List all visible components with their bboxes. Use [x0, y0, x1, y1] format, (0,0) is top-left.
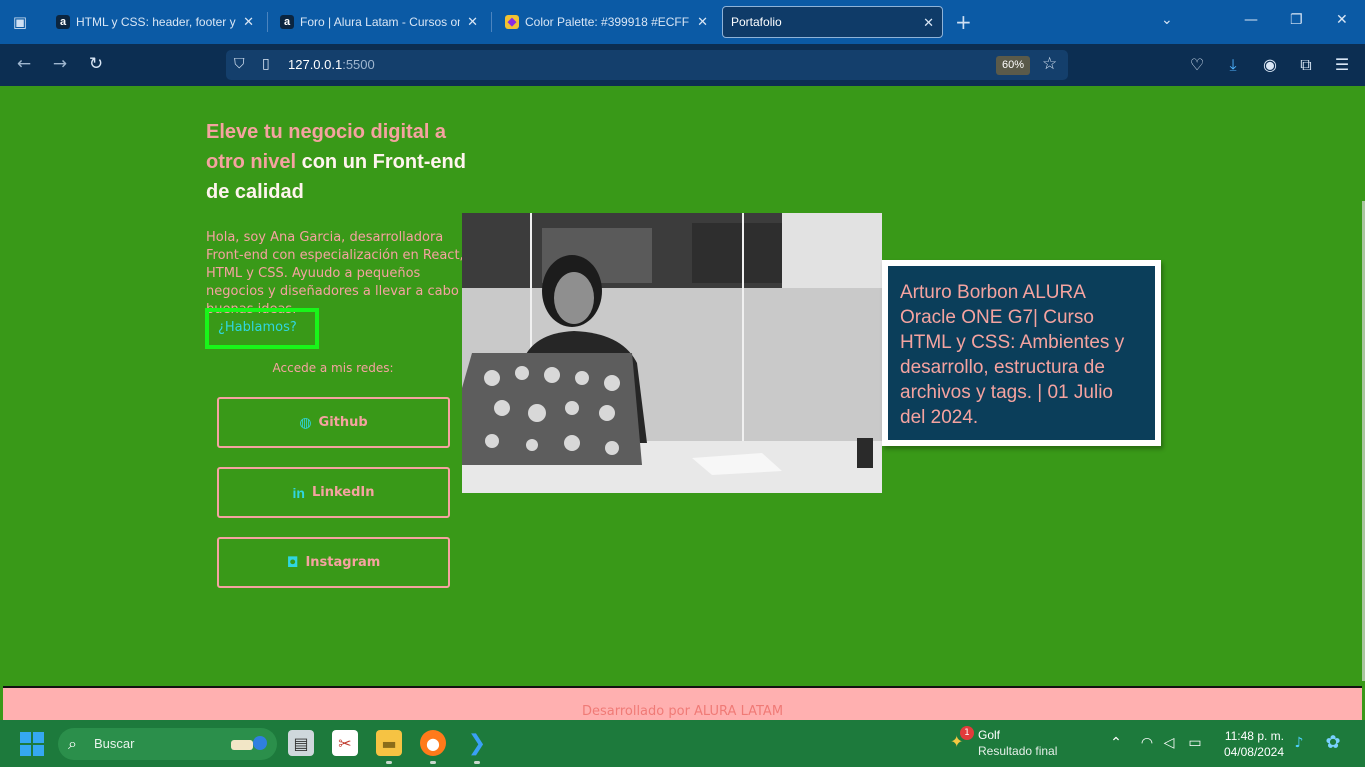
browser-tab-strip: ▣ a HTML y CSS: header, footer y variabl…: [0, 0, 1365, 44]
intro-paragraph: Hola, soy Ana Garcia, desarrolladora Fro…: [206, 230, 464, 317]
shield-icon[interactable]: ⛉: [234, 56, 245, 72]
clock-time: 11:48 p. m.: [1224, 729, 1284, 743]
instagram-icon: ◘: [286, 554, 299, 571]
profile-photo: [462, 213, 882, 493]
wifi-icon[interactable]: ◠: [1138, 735, 1156, 751]
page-headline: Eleve tu negocio digital a otro nivel co…: [206, 117, 466, 207]
url-bar[interactable]: ⛉ ▯ 127.0.0.1:5500 60% ☆: [226, 50, 1068, 80]
search-placeholder: Buscar: [94, 736, 135, 751]
footer-text: Desarrollado por ALURA LATAM: [581, 704, 784, 719]
vscode-icon[interactable]: ❯: [464, 730, 490, 756]
tab-portafolio[interactable]: Portafolio ✕: [722, 6, 943, 38]
pocket-icon[interactable]: ♡: [1187, 55, 1207, 74]
copilot-icon[interactable]: ✿: [1324, 732, 1342, 753]
alura-favicon-icon: a: [280, 15, 294, 29]
windows-start-icon[interactable]: [20, 732, 44, 756]
tab-close-icon[interactable]: ✕: [467, 14, 478, 30]
alura-favicon-icon: a: [56, 15, 70, 29]
firefox-view-icon[interactable]: ▣: [8, 10, 32, 34]
widget-title: Golf: [978, 728, 1001, 742]
tab-foro-alura[interactable]: a Foro | Alura Latam - Cursos online ✕: [274, 6, 486, 38]
hablamos-link[interactable]: ¿Hablamos?: [205, 308, 319, 349]
linkedin-label: LinkedIn: [311, 485, 375, 500]
reload-icon[interactable]: ↻: [84, 54, 108, 76]
notification-bell-icon[interactable]: ♪: [1290, 735, 1308, 751]
zoom-level-badge[interactable]: 60%: [996, 56, 1030, 75]
linkedin-icon: in: [292, 484, 305, 501]
running-indicator: [430, 761, 436, 764]
widget-subtitle: Resultado final: [978, 744, 1058, 758]
running-indicator: [474, 761, 480, 764]
tab-close-icon[interactable]: ✕: [697, 14, 708, 30]
snipping-tool-icon[interactable]: ✂: [332, 730, 358, 756]
volume-icon[interactable]: ◁: [1160, 735, 1178, 751]
forward-arrow-icon[interactable]: →: [48, 54, 72, 76]
tab-close-icon[interactable]: ✕: [243, 14, 254, 30]
search-icon: ⌕: [68, 734, 77, 753]
page-info-icon[interactable]: ▯: [262, 56, 270, 72]
taskbar-search[interactable]: ⌕ Buscar: [58, 728, 277, 760]
clock-date: 04/08/2024: [1223, 745, 1284, 759]
file-explorer-icon[interactable]: ▬: [376, 730, 402, 756]
instagram-button[interactable]: ◘ Instagram: [217, 537, 450, 588]
github-icon: ◍: [299, 414, 312, 431]
url-host: 127.0.0.1: [288, 57, 343, 72]
system-clock[interactable]: 11:48 p. m. 04/08/2024: [1212, 728, 1284, 760]
minimize-icon[interactable]: —: [1244, 12, 1258, 28]
tab-separator: [267, 12, 268, 32]
task-view-icon[interactable]: ▤: [288, 730, 314, 756]
tab-color-palette[interactable]: ◆ Color Palette: #399918 #ECFFE6 ✕: [499, 6, 716, 38]
course-caption: Arturo Borbon ALURA Oracle ONE G7| Curso…: [882, 260, 1161, 446]
url-text[interactable]: 127.0.0.1:5500: [288, 57, 375, 72]
navigation-toolbar: ← → ↻ ⛉ ▯ 127.0.0.1:5500 60% ☆ ♡ ⤓ ◉ ⧉ ☰: [0, 44, 1365, 86]
url-port: :5500: [342, 57, 375, 72]
extensions-icon[interactable]: ⧉: [1296, 55, 1316, 75]
search-highlight-icon: [231, 736, 267, 750]
downloads-icon[interactable]: ⤓: [1223, 55, 1243, 75]
colorpalette-favicon-icon: ◆: [505, 15, 519, 29]
notification-badge: 1: [960, 726, 974, 740]
tab-close-icon[interactable]: ✕: [923, 15, 934, 31]
battery-icon[interactable]: ▭: [1186, 735, 1204, 751]
running-indicator: [386, 761, 392, 764]
bookmark-star-icon[interactable]: ☆: [1042, 54, 1057, 74]
github-label: Github: [318, 415, 368, 430]
account-icon[interactable]: ◉: [1260, 55, 1280, 74]
chevron-up-icon[interactable]: ⌃: [1107, 735, 1125, 751]
menu-hamburger-icon[interactable]: ☰: [1332, 55, 1352, 74]
back-arrow-icon[interactable]: ←: [12, 54, 36, 76]
page-footer: Desarrollado por ALURA LATAM: [3, 686, 1362, 720]
instagram-label: Instagram: [305, 555, 381, 570]
firefox-icon[interactable]: ●: [420, 730, 446, 756]
social-label: Accede a mis redes:: [272, 361, 394, 375]
portfolio-page: Eleve tu negocio digital a otro nivel co…: [0, 86, 1365, 720]
windows-taskbar: ⌕ Buscar ▤ ✂ ▬ ● ❯ ✦ 1 Golf Resultado fi…: [0, 720, 1365, 767]
github-button[interactable]: ◍ Github: [217, 397, 450, 448]
new-tab-plus-icon[interactable]: +: [955, 10, 972, 34]
tab-separator: [491, 12, 492, 32]
restore-icon[interactable]: ❐: [1290, 12, 1303, 28]
tab-list-chevron-icon[interactable]: ⌄: [1161, 12, 1173, 28]
close-window-icon[interactable]: ✕: [1336, 12, 1348, 28]
tab-html-css[interactable]: a HTML y CSS: header, footer y variables…: [50, 6, 262, 38]
linkedin-button[interactable]: in LinkedIn: [217, 467, 450, 518]
